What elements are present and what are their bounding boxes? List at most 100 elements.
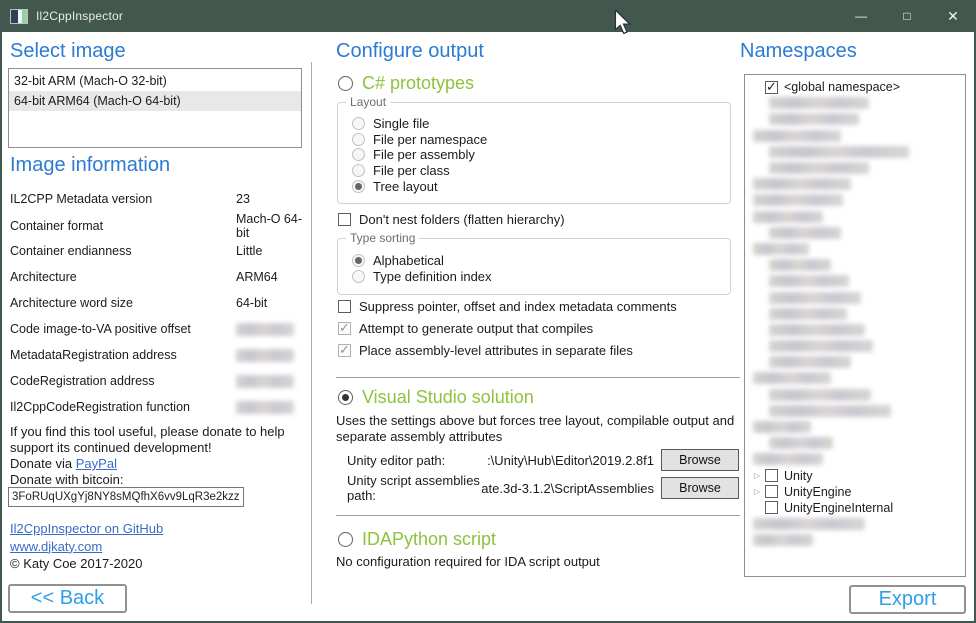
- namespace-label: UnityEngine: [784, 485, 851, 499]
- maximize-button[interactable]: □: [884, 0, 930, 32]
- redacted-namespace: [753, 421, 811, 433]
- output-option-checkbox[interactable]: [338, 344, 351, 357]
- namespaces-tree[interactable]: <global namespace>▷Unity▷UnityEngineUnit…: [744, 74, 966, 577]
- expander-icon[interactable]: ▷: [745, 487, 765, 496]
- info-label: Architecture word size: [10, 296, 236, 310]
- redacted-namespace: [753, 534, 813, 546]
- redacted-namespace: [769, 146, 909, 158]
- namespace-row-redacted: [745, 289, 965, 305]
- layout-radio[interactable]: [352, 117, 365, 130]
- namespace-row-redacted: [745, 419, 965, 435]
- type-sorting-option[interactable]: Type definition index: [352, 269, 730, 285]
- unity-script-path-label: Unity script assemblies path:: [347, 473, 481, 503]
- layout-option[interactable]: Single file: [352, 116, 730, 132]
- namespace-label: UnityEngineInternal: [784, 501, 893, 515]
- info-row: ArchitectureARM64: [10, 264, 302, 290]
- donate-bitcoin-label: Donate with bitcoin:: [10, 472, 123, 487]
- namespace-row-redacted: [745, 516, 965, 532]
- visual-studio-option[interactable]: Visual Studio solution: [338, 387, 534, 408]
- image-list-item[interactable]: 32-bit ARM (Mach-O 32-bit): [9, 71, 301, 91]
- namespace-row-redacted: [745, 435, 965, 451]
- select-image-heading: Select image: [10, 40, 126, 63]
- namespaces-heading: Namespaces: [740, 40, 857, 63]
- unity-script-browse-button[interactable]: Browse: [661, 477, 739, 499]
- paypal-link[interactable]: PayPal: [76, 456, 117, 471]
- output-option-checkbox[interactable]: [338, 300, 351, 313]
- namespace-row-redacted: [745, 354, 965, 370]
- website-link[interactable]: www.djkaty.com: [10, 539, 102, 554]
- back-button[interactable]: << Back: [8, 584, 127, 613]
- redacted-namespace: [769, 356, 851, 368]
- type-sorting-option[interactable]: Alphabetical: [352, 253, 730, 269]
- export-button[interactable]: Export: [849, 585, 966, 614]
- idapython-option[interactable]: IDAPython script: [338, 529, 496, 550]
- namespace-checkbox[interactable]: [765, 485, 778, 498]
- layout-group-label: Layout: [346, 95, 390, 109]
- namespace-row[interactable]: <global namespace>: [745, 79, 965, 95]
- redacted-namespace: [769, 324, 865, 336]
- bitcoin-address-input[interactable]: [8, 487, 244, 507]
- flatten-option[interactable]: Don't nest folders (flatten hierarchy): [338, 211, 565, 227]
- output-option-checkbox[interactable]: [338, 322, 351, 335]
- namespace-checkbox[interactable]: [765, 501, 778, 514]
- namespace-row-redacted: [745, 338, 965, 354]
- namespace-row-redacted: [745, 128, 965, 144]
- info-label: Code image-to-VA positive offset: [10, 322, 236, 336]
- layout-label: Single file: [373, 116, 429, 131]
- output-option[interactable]: Attempt to generate output that compiles: [338, 320, 593, 336]
- namespace-row-redacted: [745, 257, 965, 273]
- csharp-prototypes-option[interactable]: C# prototypes: [338, 73, 474, 94]
- redacted-namespace: [769, 113, 859, 125]
- idapython-label: IDAPython script: [362, 529, 496, 550]
- namespace-checkbox[interactable]: [765, 469, 778, 482]
- namespace-row[interactable]: UnityEngineInternal: [745, 500, 965, 516]
- unity-editor-browse-button[interactable]: Browse: [661, 449, 739, 471]
- image-list-item[interactable]: 64-bit ARM64 (Mach-O 64-bit): [9, 91, 301, 111]
- layout-radio[interactable]: [352, 148, 365, 161]
- layout-option[interactable]: Tree layout: [352, 178, 730, 194]
- layout-option[interactable]: File per namespace: [352, 132, 730, 148]
- flatten-label: Don't nest folders (flatten hierarchy): [359, 212, 565, 227]
- layout-radio[interactable]: [352, 133, 365, 146]
- type-sorting-radio[interactable]: [352, 254, 365, 267]
- info-value: Little: [236, 244, 302, 258]
- type-sorting-radio[interactable]: [352, 270, 365, 283]
- namespace-row-redacted: [745, 95, 965, 111]
- redacted-namespace: [769, 389, 871, 401]
- csharp-prototypes-label: C# prototypes: [362, 73, 474, 94]
- redacted-value: [236, 349, 294, 362]
- layout-radio[interactable]: [352, 180, 365, 193]
- idapython-radio[interactable]: [338, 532, 353, 547]
- namespace-checkbox[interactable]: [765, 81, 778, 94]
- namespace-row-redacted: [745, 306, 965, 322]
- expander-icon[interactable]: ▷: [745, 471, 765, 480]
- info-row: Architecture word size64-bit: [10, 290, 302, 316]
- redacted-namespace: [769, 340, 873, 352]
- namespace-row-redacted: [745, 322, 965, 338]
- image-listbox[interactable]: 32-bit ARM (Mach-O 32-bit)64-bit ARM64 (…: [8, 68, 302, 148]
- github-link[interactable]: Il2CppInspector on GitHub: [10, 521, 163, 536]
- namespace-row[interactable]: ▷Unity: [745, 468, 965, 484]
- output-option[interactable]: Place assembly-level attributes in separ…: [338, 342, 633, 358]
- minimize-button[interactable]: —: [838, 0, 884, 32]
- info-row: MetadataRegistration address: [10, 342, 302, 368]
- layout-option[interactable]: File per class: [352, 163, 730, 179]
- info-label: MetadataRegistration address: [10, 348, 236, 362]
- flatten-checkbox[interactable]: [338, 213, 351, 226]
- redacted-namespace: [769, 437, 833, 449]
- info-label: Container endianness: [10, 244, 236, 258]
- layout-radio[interactable]: [352, 164, 365, 177]
- redacted-namespace: [753, 453, 823, 465]
- layout-option[interactable]: File per assembly: [352, 147, 730, 163]
- output-option-label: Attempt to generate output that compiles: [359, 321, 593, 336]
- namespace-row[interactable]: ▷ UnityEngine: [745, 484, 965, 500]
- donate-text-block: If you find this tool useful, please don…: [10, 424, 310, 488]
- redacted-namespace: [769, 405, 891, 417]
- output-option[interactable]: Suppress pointer, offset and index metad…: [338, 298, 677, 314]
- visual-studio-radio[interactable]: [338, 390, 353, 405]
- csharp-prototypes-radio[interactable]: [338, 76, 353, 91]
- close-button[interactable]: ✕: [930, 0, 976, 32]
- info-value: 23: [236, 192, 302, 206]
- redacted-namespace: [753, 243, 809, 255]
- idapython-description: No configuration required for IDA script…: [336, 554, 738, 570]
